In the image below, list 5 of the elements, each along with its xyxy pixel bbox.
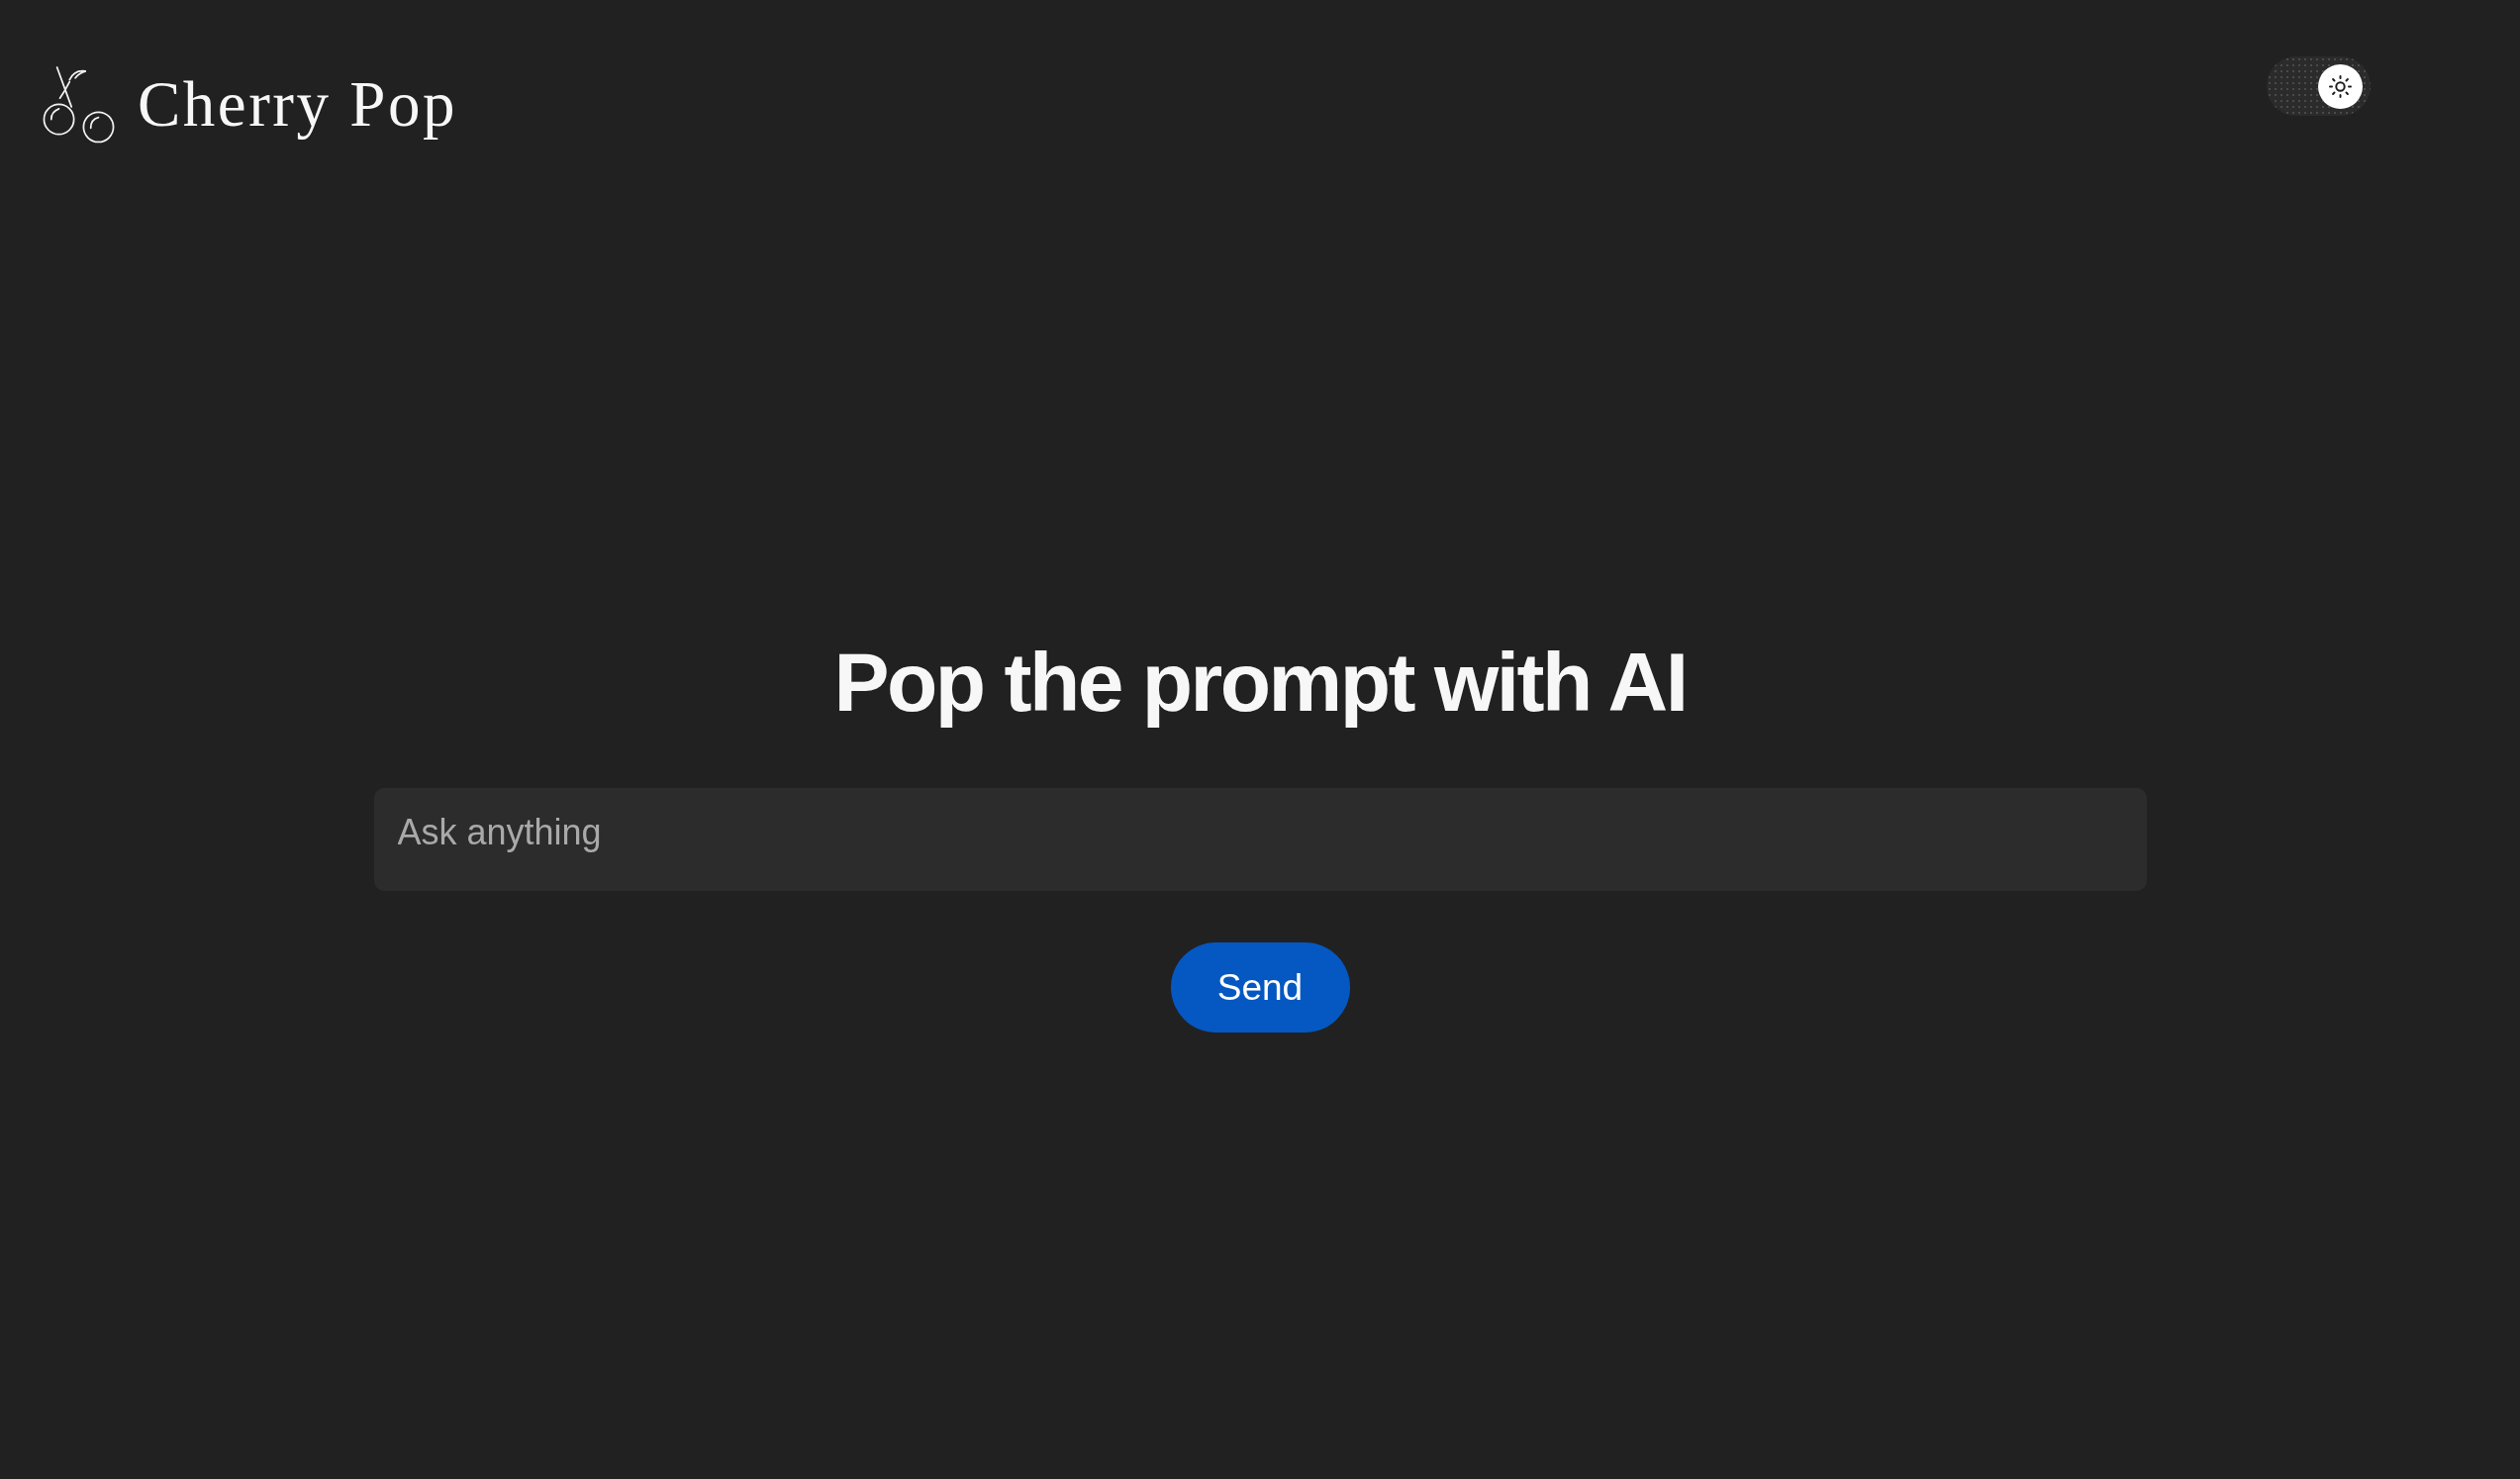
prompt-input-field[interactable]: Ask anything <box>373 787 2147 891</box>
cherry-logo-icon <box>43 64 116 144</box>
page-heading: Pop the prompt with AI <box>833 635 1687 731</box>
theme-toggle[interactable] <box>2267 56 2371 116</box>
send-button[interactable]: Send <box>1170 941 1350 1033</box>
